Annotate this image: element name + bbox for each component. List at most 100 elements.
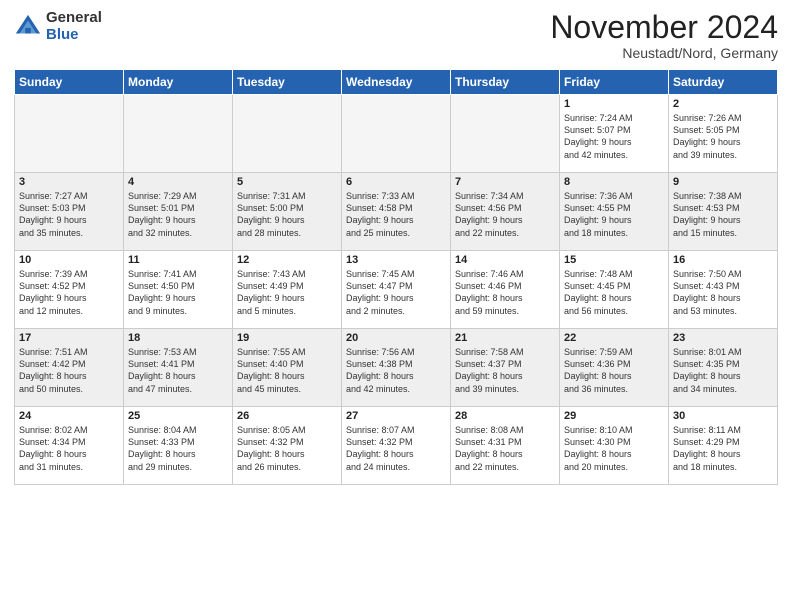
table-row: 13 Sunrise: 7:45 AM Sunset: 4:47 PM Dayli… xyxy=(342,251,451,329)
table-row: 18 Sunrise: 7:53 AM Sunset: 4:41 PM Dayli… xyxy=(124,329,233,407)
header-monday: Monday xyxy=(124,70,233,95)
day-info: Sunrise: 7:24 AM Sunset: 5:07 PM Dayligh… xyxy=(564,112,664,161)
day-number: 13 xyxy=(346,254,446,266)
logo: General Blue xyxy=(14,10,102,43)
day-info: Sunrise: 7:45 AM Sunset: 4:47 PM Dayligh… xyxy=(346,268,446,317)
day-info: Sunrise: 7:58 AM Sunset: 4:37 PM Dayligh… xyxy=(455,346,555,395)
day-info: Sunrise: 8:01 AM Sunset: 4:35 PM Dayligh… xyxy=(673,346,773,395)
day-info: Sunrise: 7:36 AM Sunset: 4:55 PM Dayligh… xyxy=(564,190,664,239)
table-row: 15 Sunrise: 7:48 AM Sunset: 4:45 PM Dayli… xyxy=(560,251,669,329)
day-info: Sunrise: 7:29 AM Sunset: 5:01 PM Dayligh… xyxy=(128,190,228,239)
day-number: 26 xyxy=(237,410,337,422)
day-info: Sunrise: 7:26 AM Sunset: 5:05 PM Dayligh… xyxy=(673,112,773,161)
table-row: 26 Sunrise: 8:05 AM Sunset: 4:32 PM Dayli… xyxy=(233,407,342,485)
day-number: 25 xyxy=(128,410,228,422)
day-info: Sunrise: 8:07 AM Sunset: 4:32 PM Dayligh… xyxy=(346,424,446,473)
day-number: 21 xyxy=(455,332,555,344)
day-number: 1 xyxy=(564,98,664,110)
day-info: Sunrise: 7:55 AM Sunset: 4:40 PM Dayligh… xyxy=(237,346,337,395)
table-row: 14 Sunrise: 7:46 AM Sunset: 4:46 PM Dayli… xyxy=(451,251,560,329)
day-info: Sunrise: 8:10 AM Sunset: 4:30 PM Dayligh… xyxy=(564,424,664,473)
table-row: 25Sunrise: 8:04 AM Sunset: 4:33 PM Dayli… xyxy=(124,407,233,485)
day-number: 14 xyxy=(455,254,555,266)
table-row: 3Sunrise: 7:27 AM Sunset: 5:03 PM Daylig… xyxy=(15,173,124,251)
day-number: 18 xyxy=(128,332,228,344)
day-number: 10 xyxy=(19,254,119,266)
table-row: 11 Sunrise: 7:41 AM Sunset: 4:50 PM Dayli… xyxy=(124,251,233,329)
location: Neustadt/Nord, Germany xyxy=(550,45,778,61)
table-row: 29 Sunrise: 8:10 AM Sunset: 4:30 PM Dayli… xyxy=(560,407,669,485)
table-row: 6Sunrise: 7:33 AM Sunset: 4:58 PM Daylig… xyxy=(342,173,451,251)
logo-icon xyxy=(14,13,42,41)
day-number: 28 xyxy=(455,410,555,422)
day-number: 19 xyxy=(237,332,337,344)
calendar-week-row: 1 Sunrise: 7:24 AM Sunset: 5:07 PM Daylig… xyxy=(15,95,778,173)
logo-general: General xyxy=(46,10,102,27)
day-info: Sunrise: 7:33 AM Sunset: 4:58 PM Dayligh… xyxy=(346,190,446,239)
day-number: 16 xyxy=(673,254,773,266)
day-info: Sunrise: 7:39 AM Sunset: 4:52 PM Dayligh… xyxy=(19,268,119,317)
day-info: Sunrise: 8:05 AM Sunset: 4:32 PM Dayligh… xyxy=(237,424,337,473)
table-row: 2 Sunrise: 7:26 AM Sunset: 5:05 PM Daylig… xyxy=(669,95,778,173)
day-number: 29 xyxy=(564,410,664,422)
table-row xyxy=(233,95,342,173)
day-number: 15 xyxy=(564,254,664,266)
day-info: Sunrise: 7:48 AM Sunset: 4:45 PM Dayligh… xyxy=(564,268,664,317)
table-row xyxy=(342,95,451,173)
day-number: 3 xyxy=(19,176,119,188)
calendar-week-row: 24 Sunrise: 8:02 AM Sunset: 4:34 PM Dayli… xyxy=(15,407,778,485)
day-info: Sunrise: 7:31 AM Sunset: 5:00 PM Dayligh… xyxy=(237,190,337,239)
day-number: 30 xyxy=(673,410,773,422)
table-row: 10 Sunrise: 7:39 AM Sunset: 4:52 PM Dayli… xyxy=(15,251,124,329)
header-thursday: Thursday xyxy=(451,70,560,95)
day-number: 22 xyxy=(564,332,664,344)
day-info: Sunrise: 7:46 AM Sunset: 4:46 PM Dayligh… xyxy=(455,268,555,317)
day-number: 5 xyxy=(237,176,337,188)
calendar: Sunday Monday Tuesday Wednesday Thursday… xyxy=(14,69,778,485)
day-info: Sunrise: 7:53 AM Sunset: 4:41 PM Dayligh… xyxy=(128,346,228,395)
table-row: 20 Sunrise: 7:56 AM Sunset: 4:38 PM Dayli… xyxy=(342,329,451,407)
table-row: 16 Sunrise: 7:50 AM Sunset: 4:43 PM Dayli… xyxy=(669,251,778,329)
day-info: Sunrise: 7:50 AM Sunset: 4:43 PM Dayligh… xyxy=(673,268,773,317)
table-row: 12 Sunrise: 7:43 AM Sunset: 4:49 PM Dayli… xyxy=(233,251,342,329)
day-info: Sunrise: 8:11 AM Sunset: 4:29 PM Dayligh… xyxy=(673,424,773,473)
day-number: 24 xyxy=(19,410,119,422)
table-row: 23 Sunrise: 8:01 AM Sunset: 4:35 PM Dayli… xyxy=(669,329,778,407)
table-row: 17Sunrise: 7:51 AM Sunset: 4:42 PM Dayli… xyxy=(15,329,124,407)
header-wednesday: Wednesday xyxy=(342,70,451,95)
day-number: 27 xyxy=(346,410,446,422)
calendar-week-row: 17Sunrise: 7:51 AM Sunset: 4:42 PM Dayli… xyxy=(15,329,778,407)
header-friday: Friday xyxy=(560,70,669,95)
table-row: 22 Sunrise: 7:59 AM Sunset: 4:36 PM Dayli… xyxy=(560,329,669,407)
month-title: November 2024 xyxy=(550,10,778,45)
day-info: Sunrise: 7:38 AM Sunset: 4:53 PM Dayligh… xyxy=(673,190,773,239)
table-row: 4Sunrise: 7:29 AM Sunset: 5:01 PM Daylig… xyxy=(124,173,233,251)
page-header: General Blue November 2024 Neustadt/Nord… xyxy=(14,10,778,61)
day-info: Sunrise: 7:59 AM Sunset: 4:36 PM Dayligh… xyxy=(564,346,664,395)
calendar-week-row: 3Sunrise: 7:27 AM Sunset: 5:03 PM Daylig… xyxy=(15,173,778,251)
header-tuesday: Tuesday xyxy=(233,70,342,95)
day-number: 12 xyxy=(237,254,337,266)
weekday-header-row: Sunday Monday Tuesday Wednesday Thursday… xyxy=(15,70,778,95)
day-number: 9 xyxy=(673,176,773,188)
day-info: Sunrise: 8:08 AM Sunset: 4:31 PM Dayligh… xyxy=(455,424,555,473)
table-row: 19 Sunrise: 7:55 AM Sunset: 4:40 PM Dayli… xyxy=(233,329,342,407)
table-row: 8 Sunrise: 7:36 AM Sunset: 4:55 PM Daylig… xyxy=(560,173,669,251)
day-number: 7 xyxy=(455,176,555,188)
day-number: 11 xyxy=(128,254,228,266)
day-info: Sunrise: 7:43 AM Sunset: 4:49 PM Dayligh… xyxy=(237,268,337,317)
logo-blue: Blue xyxy=(46,27,102,44)
table-row: 7 Sunrise: 7:34 AM Sunset: 4:56 PM Daylig… xyxy=(451,173,560,251)
day-number: 8 xyxy=(564,176,664,188)
table-row: 28 Sunrise: 8:08 AM Sunset: 4:31 PM Dayli… xyxy=(451,407,560,485)
table-row: 24 Sunrise: 8:02 AM Sunset: 4:34 PM Dayli… xyxy=(15,407,124,485)
day-info: Sunrise: 7:41 AM Sunset: 4:50 PM Dayligh… xyxy=(128,268,228,317)
calendar-week-row: 10 Sunrise: 7:39 AM Sunset: 4:52 PM Dayli… xyxy=(15,251,778,329)
day-number: 20 xyxy=(346,332,446,344)
table-row xyxy=(124,95,233,173)
day-number: 23 xyxy=(673,332,773,344)
day-info: Sunrise: 7:34 AM Sunset: 4:56 PM Dayligh… xyxy=(455,190,555,239)
day-number: 2 xyxy=(673,98,773,110)
day-info: Sunrise: 7:56 AM Sunset: 4:38 PM Dayligh… xyxy=(346,346,446,395)
day-info: Sunrise: 8:02 AM Sunset: 4:34 PM Dayligh… xyxy=(19,424,119,473)
